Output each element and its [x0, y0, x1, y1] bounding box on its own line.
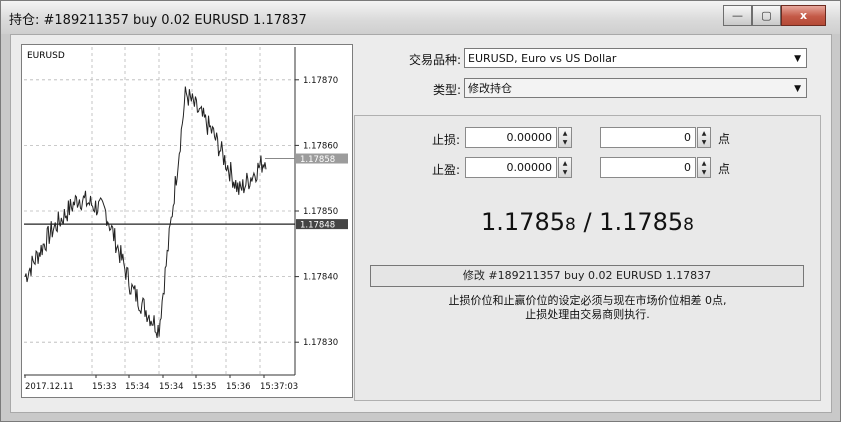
ask-price-fraction: 8	[683, 215, 694, 235]
symbol-label: 交易品种:	[408, 53, 461, 67]
price-line	[24, 86, 267, 338]
time-tick-label: 15:33	[92, 382, 117, 392]
sl-price-spinner[interactable]: ▲ ▼	[558, 127, 572, 148]
time-tick-label: 15:34	[125, 382, 150, 392]
bid-ask-quote: 1.17858 / 1.17858	[355, 208, 820, 236]
window-controls: — ▢ x	[723, 5, 826, 26]
stop-level-note: 止损价位和止赢价位的设定必须与现在市场价位相差 0点, 止损处理由交易商则执行.	[355, 294, 820, 322]
bid-price-tag-label: 1.17848	[300, 221, 335, 231]
maximize-icon: ▢	[761, 9, 772, 22]
minimize-icon: —	[732, 9, 743, 22]
modify-panel: 止损: 0.00000 ▲ ▼ 0 ▲ ▼ 点 止盈: 0.00000 ▲ ▼ 0 ▲…	[354, 115, 821, 401]
price-tick-label: 1.17850	[303, 207, 338, 217]
tp-price-input[interactable]: 0.00000	[465, 157, 557, 178]
price-tick-label: 1.17840	[303, 273, 338, 283]
tp-price-spinner[interactable]: ▲ ▼	[558, 157, 572, 178]
minimize-button[interactable]: —	[723, 5, 752, 26]
close-button[interactable]: x	[781, 5, 826, 26]
sl-points-input[interactable]: 0	[600, 127, 696, 148]
price-tick-label: 1.17860	[303, 141, 338, 151]
sl-points-unit: 点	[718, 132, 731, 146]
price-chart[interactable]: 1.17870 1.17860 1.17850 1.17840 1.17830 1.178…	[21, 44, 353, 398]
close-icon: x	[799, 9, 808, 22]
bid-price: 1.1785	[481, 208, 565, 236]
note-line-1: 止损价位和止赢价位的设定必须与现在市场价位相差 0点,	[448, 294, 727, 307]
time-tick-label: 15:35	[192, 382, 217, 392]
price-tick-label: 1.17870	[303, 76, 338, 86]
time-tick-label: 15:34	[159, 382, 184, 392]
tp-points-input[interactable]: 0	[600, 157, 696, 178]
tp-points-spinner[interactable]: ▲ ▼	[697, 157, 711, 178]
time-tick-label: 2017.12.11	[25, 382, 74, 392]
type-select[interactable]: 修改持仓 ▼	[464, 78, 807, 98]
tp-points-unit: 点	[718, 162, 731, 176]
dialog-body: 1.17870 1.17860 1.17850 1.17840 1.17830 1.178…	[10, 34, 832, 413]
sl-price-input[interactable]: 0.00000	[465, 127, 557, 148]
modify-position-window: 持仓: #189211357 buy 0.02 EURUSD 1.17837 —…	[0, 0, 841, 422]
chart-svg: 1.17870 1.17860 1.17850 1.17840 1.17830 1.178…	[24, 47, 348, 392]
chevron-down-icon: ▼	[794, 84, 801, 94]
ask-price: 1.1785	[599, 208, 684, 236]
title-bar[interactable]: 持仓: #189211357 buy 0.02 EURUSD 1.17837 —…	[1, 1, 840, 34]
chevron-down-icon: ▼	[794, 54, 801, 64]
window-title: 持仓: #189211357 buy 0.02 EURUSD 1.17837	[9, 13, 307, 28]
sl-points-spinner[interactable]: ▲ ▼	[697, 127, 711, 148]
maximize-button[interactable]: ▢	[752, 5, 781, 26]
type-value: 修改持仓	[468, 82, 512, 95]
tp-label: 止盈:	[431, 163, 460, 177]
note-line-2: 止损处理由交易商则执行.	[525, 308, 650, 321]
time-tick-label: 15:36	[226, 382, 251, 392]
chart-symbol: EURUSD	[27, 51, 65, 61]
symbol-value: EURUSD, Euro vs US Dollar	[468, 52, 617, 65]
bid-price-fraction: 8	[565, 215, 576, 235]
modify-button[interactable]: 修改 #189211357 buy 0.02 EURUSD 1.17837	[370, 265, 804, 287]
time-tick-label: 15:37:03	[260, 382, 298, 392]
symbol-select[interactable]: EURUSD, Euro vs US Dollar ▼	[464, 48, 807, 68]
ask-price-tag-label: 1.17858	[300, 155, 335, 165]
quote-separator: /	[575, 208, 600, 236]
price-tick-label: 1.17830	[303, 338, 338, 348]
sl-label: 止损:	[431, 133, 460, 147]
type-label: 类型:	[432, 83, 461, 97]
